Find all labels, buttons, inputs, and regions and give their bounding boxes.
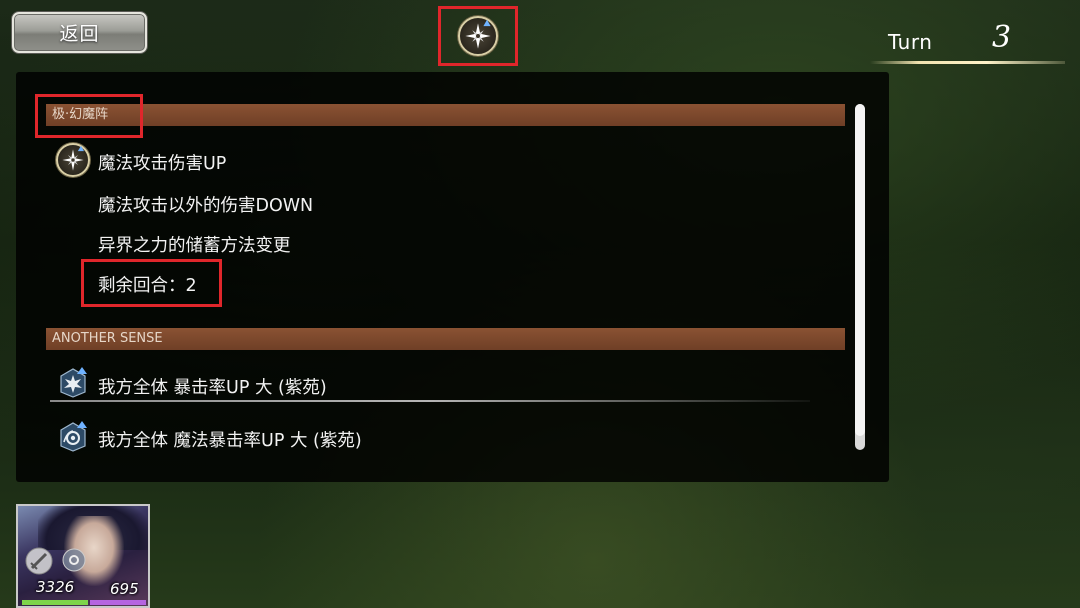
turn-underline [870,61,1065,64]
magic-critical-up-icon [57,420,89,452]
compass-star-icon [56,143,90,177]
turn-label: Turn [888,30,933,54]
sword-icon [25,547,53,575]
mp-value: 695 [110,580,139,598]
section-header-genmajin: 极·幻魔阵 [46,104,845,126]
mp-bar [90,600,146,605]
section-header-another-sense: ANOTHER SENSE [46,328,845,350]
sense-effect-line: 我方全体 魔法暴击率UP 大 (紫苑) [98,431,362,451]
sense-effect-line: 我方全体 暴击率UP 大 (紫苑) [98,378,327,398]
back-button[interactable]: 返回 [12,12,147,53]
compass-star-icon[interactable] [458,16,498,56]
turn-value: 3 [992,20,1012,55]
hp-value: 3326 [36,578,75,596]
effect-line: 魔法攻击伤害UP [98,154,227,174]
gear-icon [62,548,86,572]
list-divider [50,400,810,402]
section-header-highlight [35,94,143,138]
remaining-turns-highlight [81,259,222,307]
scrollbar-thumb[interactable] [855,104,865,436]
top-status-icon-highlight [438,6,518,66]
turn-indicator: Turn 3 [870,20,1065,68]
character-card[interactable]: 3326 695 [16,504,150,608]
effect-line: 异界之力的储蓄方法变更 [98,236,291,256]
hp-bar [22,600,88,605]
effect-line: 魔法攻击以外的伤害DOWN [98,196,314,216]
critical-up-icon [57,366,89,398]
